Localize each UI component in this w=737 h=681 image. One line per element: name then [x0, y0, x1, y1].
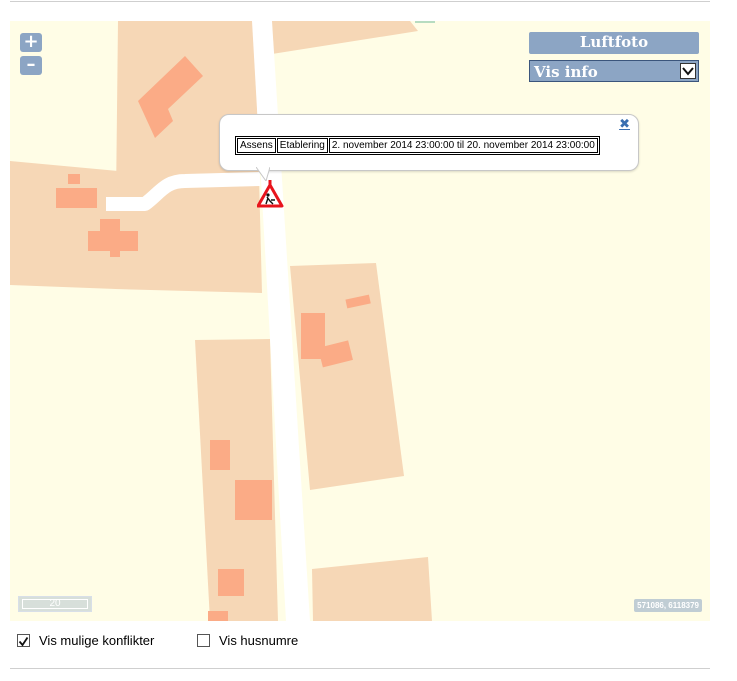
popup-municipality: Assens — [237, 138, 276, 153]
aerial-photo-button[interactable]: Luftfoto — [529, 32, 699, 54]
top-divider — [10, 1, 710, 2]
popup-period: 2. november 2014 23:00:00 til 20. novemb… — [328, 138, 598, 153]
info-select-value: Vis info — [534, 63, 598, 81]
show-conflicts-option[interactable]: Vis mulige konflikter — [17, 633, 154, 648]
building — [208, 611, 228, 621]
popup-type: Etablering — [276, 138, 328, 153]
show-house-numbers-checkbox[interactable] — [197, 634, 210, 647]
show-conflicts-checkbox[interactable] — [17, 634, 30, 647]
chevron-down-icon — [680, 63, 696, 79]
close-icon[interactable]: ✖ — [619, 117, 630, 132]
building — [218, 569, 244, 596]
feature-popup: ✖ Assens Etablering 2. november 2014 23:… — [219, 114, 639, 171]
scale-bar: 20 — [18, 596, 92, 612]
show-conflicts-label: Vis mulige konflikter — [39, 633, 155, 648]
building — [88, 231, 138, 251]
parcel — [290, 263, 404, 490]
map-base-layer — [10, 21, 435, 621]
info-select[interactable]: Vis info — [529, 60, 699, 82]
zoom-out-button[interactable]: – — [20, 56, 42, 75]
roadwork-warning-icon[interactable] — [257, 178, 285, 208]
building — [235, 480, 272, 520]
show-house-numbers-option[interactable]: Vis husnumre — [197, 633, 298, 648]
show-house-numbers-label: Vis husnumre — [219, 633, 299, 648]
zoom-in-button[interactable]: + — [20, 33, 42, 52]
building — [110, 249, 120, 257]
coordinate-readout: 571086, 6118379 — [634, 599, 702, 612]
map-viewport[interactable]: + – Luftfoto Vis info ✖ Assens Etablerin… — [10, 21, 710, 621]
popup-info-table: Assens Etablering 2. november 2014 23:00… — [235, 136, 600, 155]
road-edge — [415, 21, 435, 23]
parcel — [312, 557, 432, 621]
building — [56, 188, 97, 208]
scale-label: 20 — [22, 599, 88, 609]
parcel — [272, 21, 418, 54]
bottom-divider — [10, 668, 710, 669]
building — [100, 219, 120, 233]
table-row: Assens Etablering 2. november 2014 23:00… — [237, 138, 598, 153]
building — [210, 440, 230, 470]
building — [68, 174, 80, 184]
